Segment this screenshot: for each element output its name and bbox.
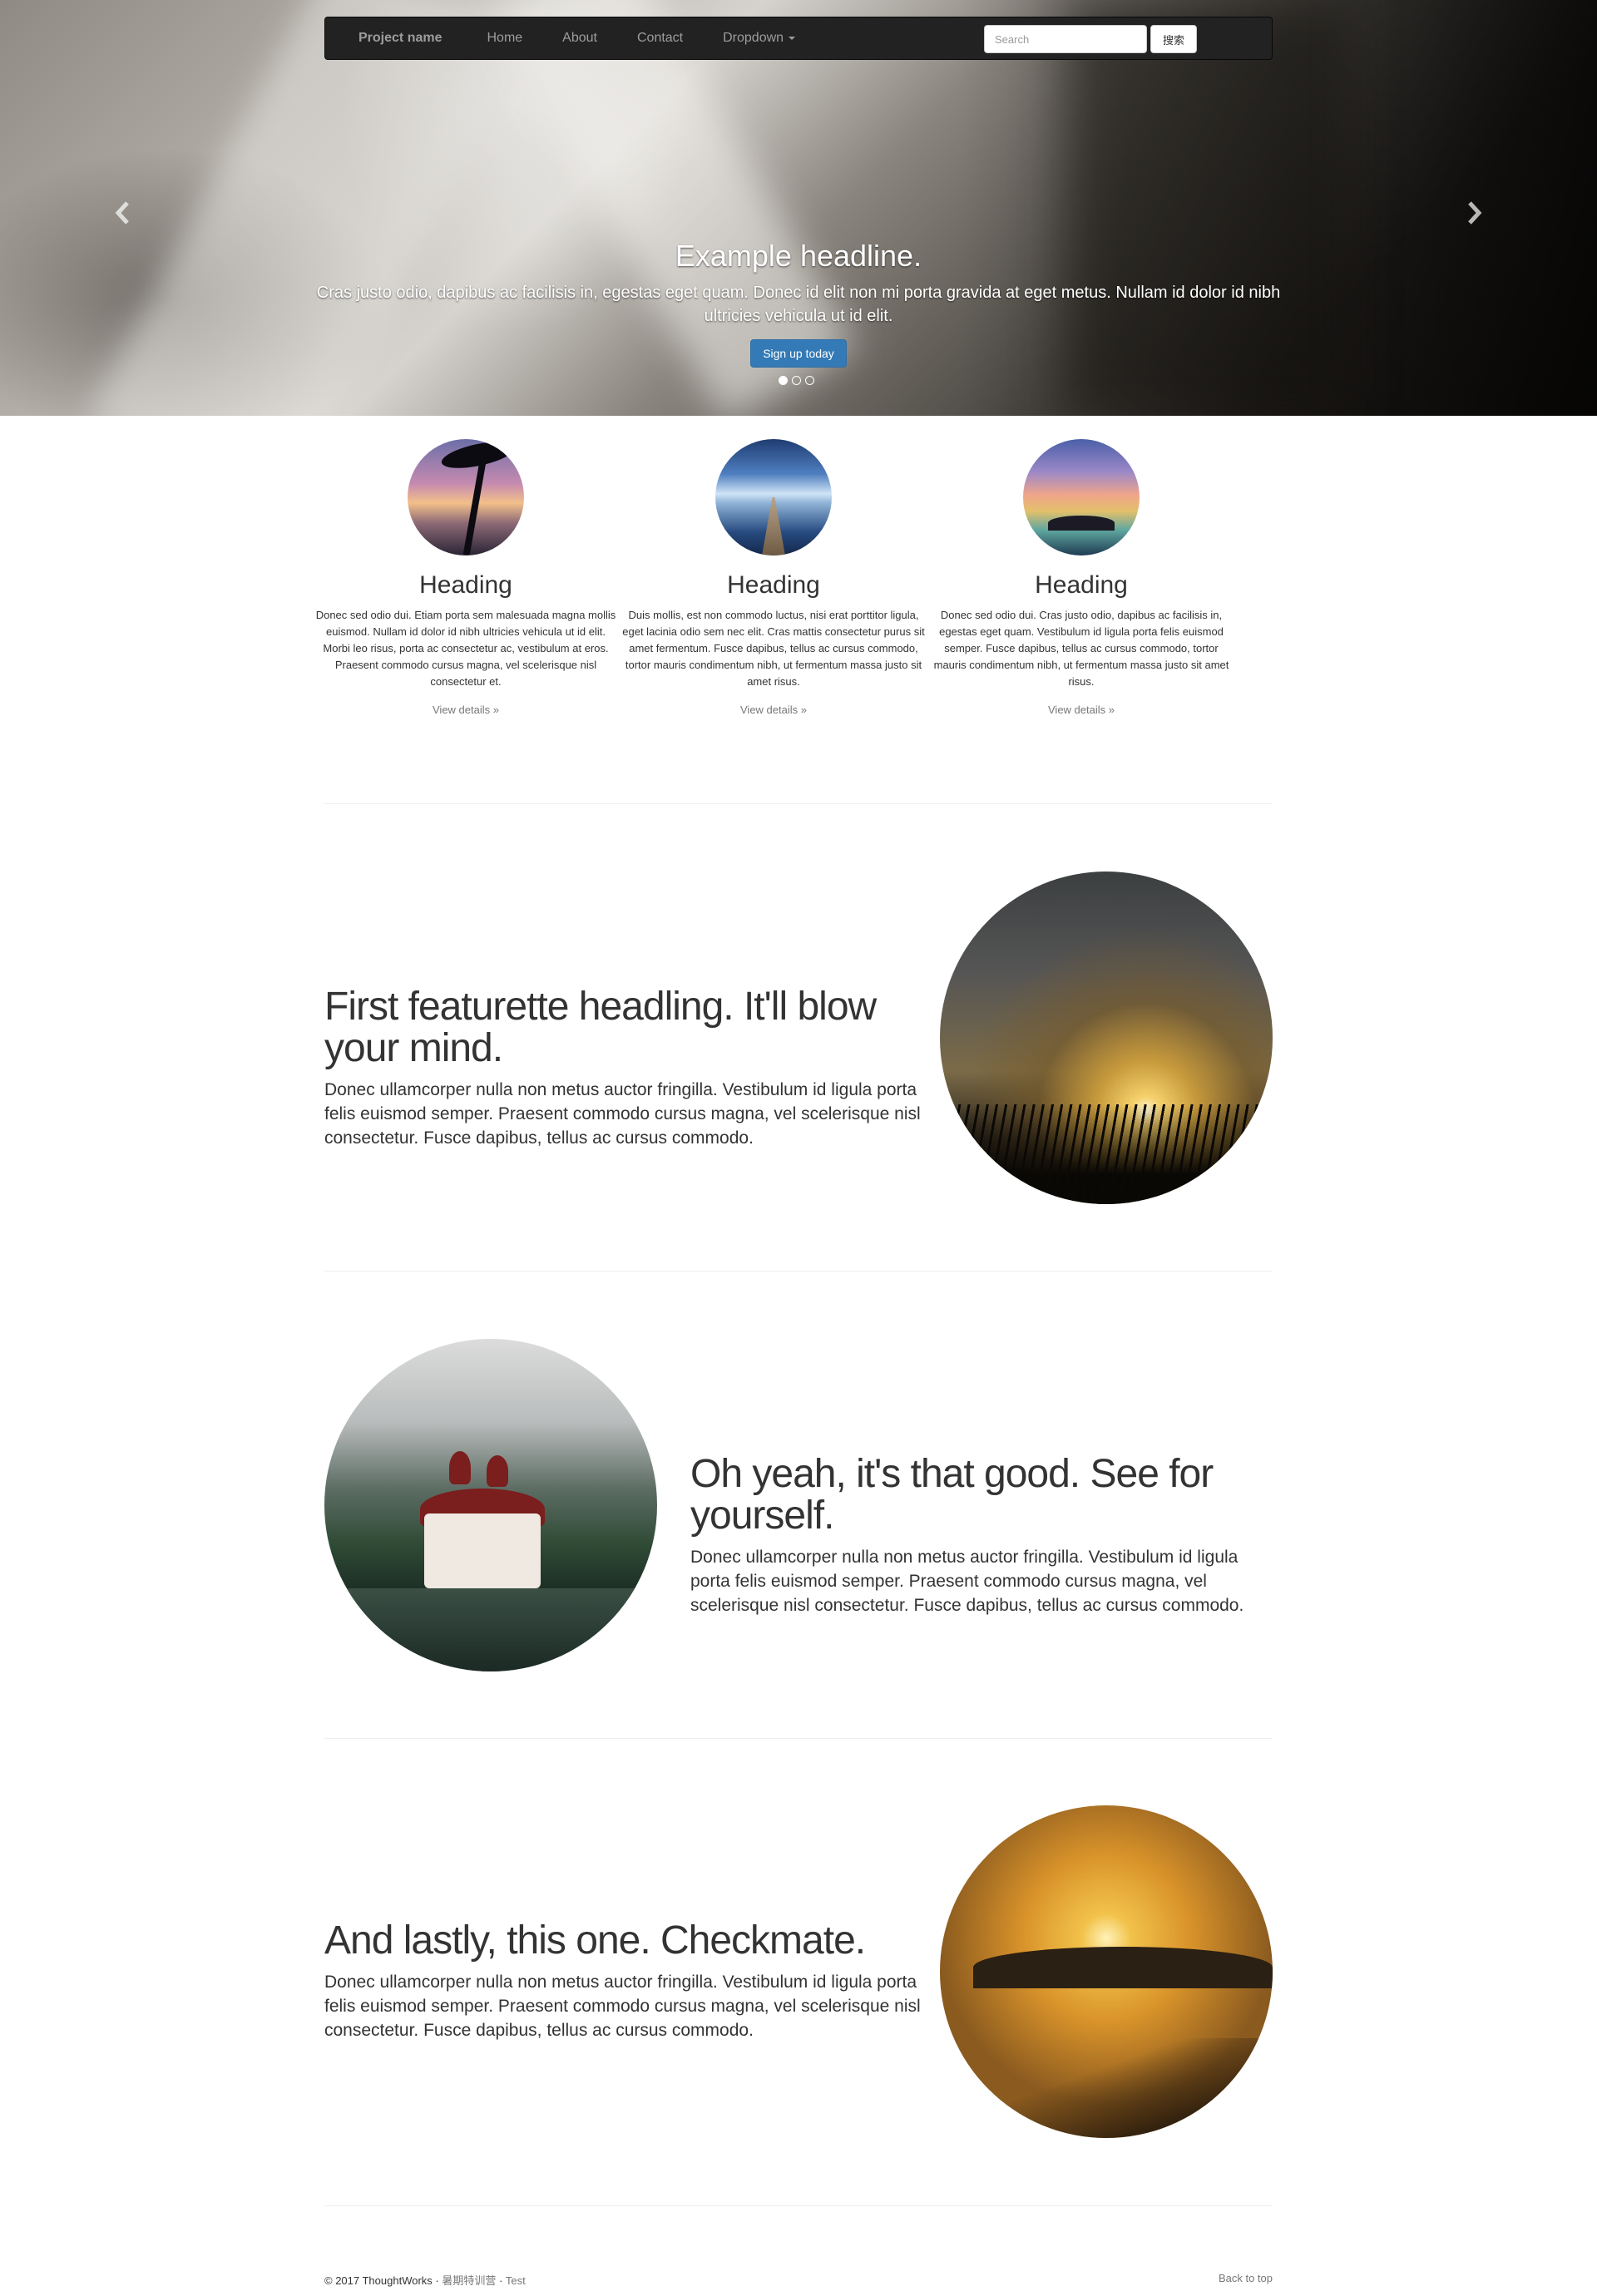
column-text: Donec sed odio dui. Cras justo odio, dap… [933, 609, 1229, 688]
featurette-text: And lastly, this one. Checkmate. Donec u… [324, 1920, 923, 2042]
carousel-headline: Example headline. [675, 239, 922, 273]
carousel-indicator[interactable] [805, 376, 814, 385]
featurette: Oh yeah, it's that good. See for yoursel… [324, 1339, 1273, 1671]
column-heading: Heading [1035, 571, 1128, 599]
navbar: Project name Home About Contact Dropdown… [324, 17, 1273, 60]
featurette-image-beach-sunset [940, 1805, 1273, 2138]
marketing-column: Heading Donec sed odio dui. Cras justo o… [927, 439, 1235, 718]
featurette-divider [324, 803, 1273, 804]
grass-silhouette [940, 1104, 1273, 1204]
footer-link-training-camp[interactable]: 暑期特训营 [442, 2274, 496, 2287]
chevron-right-icon [1468, 201, 1482, 225]
nav-link-contact[interactable]: Contact [617, 31, 703, 46]
back-to-top-link[interactable]: Back to top [1219, 2272, 1273, 2284]
pier-dock [762, 497, 785, 555]
carousel-prev-button[interactable] [114, 200, 131, 226]
marketing-column: Heading Duis mollis, est non commodo luc… [620, 439, 927, 718]
footer-copyright: © 2017 ThoughtWorks · [324, 2274, 443, 2287]
view-details-link[interactable]: View details » [433, 704, 499, 716]
carousel-next-button[interactable] [1466, 200, 1483, 226]
carousel-caption: Example headline. Cras justo odio, dapib… [316, 235, 1281, 368]
column-image-wave [1023, 439, 1140, 555]
sign-up-button[interactable]: Sign up today [750, 339, 847, 368]
featurette-image-grass-sunset [940, 871, 1273, 1204]
carousel: Project name Home About Contact Dropdown… [0, 0, 1597, 416]
featurette-body: Donec ullamcorper nulla non metus auctor… [690, 1548, 1244, 1615]
nav-link-home[interactable]: Home [467, 31, 542, 46]
caret-down-icon [789, 36, 796, 40]
hills-silhouette [973, 1947, 1273, 1988]
marketing-column: Heading Donec sed odio dui. Etiam porta … [312, 439, 620, 718]
view-details-link[interactable]: View details » [740, 704, 807, 716]
featurette-image-lake-church [324, 1339, 657, 1671]
column-heading: Heading [727, 571, 820, 599]
featurette-text: Oh yeah, it's that good. See for yoursel… [690, 1454, 1273, 1617]
featurette-divider [324, 2205, 1273, 2206]
chevron-left-icon [115, 201, 129, 225]
featurette-heading: First featurette headling. It'll blow yo… [324, 985, 877, 1070]
nav-dropdown-label: Dropdown [723, 31, 784, 45]
column-image-pier [715, 439, 832, 555]
church-tower [487, 1455, 508, 1487]
beach-shore [940, 2038, 1273, 2138]
column-image-palm-sunset [408, 439, 524, 555]
column-heading: Heading [419, 571, 512, 599]
island [1048, 516, 1115, 531]
featurette: And lastly, this one. Checkmate. Donec u… [324, 1805, 1273, 2138]
carousel-indicator[interactable] [792, 376, 801, 385]
view-details-link[interactable]: View details » [1048, 704, 1115, 716]
featurette-body: Donec ullamcorper nulla non metus auctor… [324, 1973, 921, 2040]
lake-water [324, 1588, 657, 1671]
featurette: First featurette headling. It'll blow yo… [324, 871, 1273, 1204]
column-text: Duis mollis, est non commodo luctus, nis… [622, 609, 925, 688]
featurette-body: Donec ullamcorper nulla non metus auctor… [324, 1080, 921, 1148]
navbar-brand[interactable]: Project name [325, 31, 467, 46]
column-text: Donec sed odio dui. Etiam porta sem male… [315, 609, 616, 688]
search-input[interactable] [984, 25, 1147, 53]
nav-dropdown-toggle[interactable]: Dropdown [703, 31, 815, 46]
featurette-divider [324, 1738, 1273, 1739]
search-form: 搜索 [984, 25, 1198, 53]
carousel-indicators [779, 376, 814, 385]
featurette-heading: Oh yeah, it's that good. See for yoursel… [690, 1452, 1214, 1538]
footer-separator: · [496, 2274, 506, 2287]
church-body [424, 1513, 541, 1588]
carousel-text: Cras justo odio, dapibus ac facilisis in… [316, 284, 1281, 325]
footer-link-test[interactable]: Test [506, 2274, 526, 2287]
featurette-text: First featurette headling. It'll blow yo… [324, 986, 923, 1150]
carousel-indicator[interactable] [779, 376, 788, 385]
footer: © 2017 ThoughtWorks · 暑期特训营 · Test Back … [324, 2272, 1273, 2288]
church-tower [449, 1451, 471, 1484]
nav-link-about[interactable]: About [542, 31, 617, 46]
featurette-heading: And lastly, this one. Checkmate. [324, 1918, 866, 1963]
search-button[interactable]: 搜索 [1150, 25, 1198, 53]
